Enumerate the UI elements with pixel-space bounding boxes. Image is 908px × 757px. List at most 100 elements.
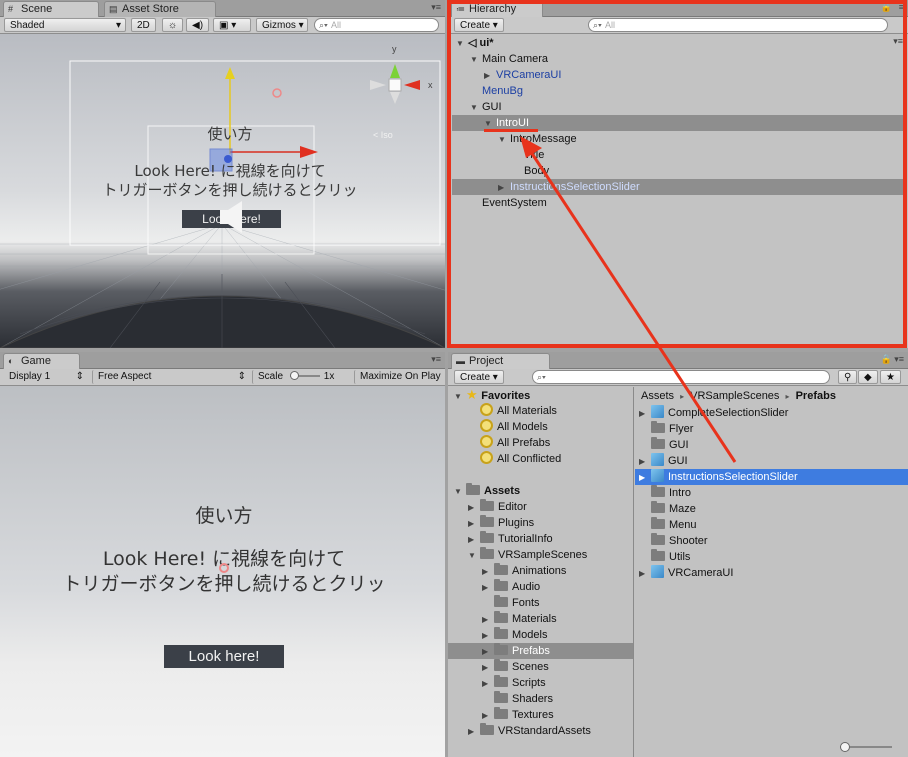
panel-menu-icon[interactable]: ▾≡ bbox=[894, 354, 904, 365]
project-tree-item[interactable]: All Materials bbox=[468, 403, 557, 419]
hierarchy-item[interactable]: MenuBg bbox=[470, 83, 523, 99]
audio-toggle[interactable]: ◀) bbox=[186, 18, 210, 32]
hierarchy-item[interactable]: ▼ ◁ ui* bbox=[456, 35, 494, 51]
maximize-toggle[interactable]: Maximize On Play bbox=[354, 370, 445, 384]
hierarchy-item[interactable]: ▼ GUI bbox=[470, 99, 502, 115]
project-tree-item[interactable]: All Models bbox=[468, 419, 548, 435]
game-ui-button[interactable]: Look here! bbox=[164, 645, 284, 668]
slider-thumb[interactable] bbox=[289, 371, 299, 380]
asset-item[interactable]: ▶ GUI bbox=[639, 453, 688, 469]
tab-hierarchy[interactable]: ≔ Hierarchy bbox=[451, 1, 544, 18]
panel-menu-icon[interactable]: ≡ bbox=[899, 2, 904, 12]
project-tree-item[interactable]: ▶ Prefabs bbox=[482, 643, 550, 659]
disclosure-arrow-icon[interactable]: ▶ bbox=[482, 644, 494, 660]
project-tree-item[interactable]: Shaders bbox=[482, 691, 553, 707]
disclosure-arrow-icon[interactable]: ▶ bbox=[468, 532, 480, 548]
disclosure-arrow-icon[interactable]: ▶ bbox=[482, 660, 494, 676]
hierarchy-item[interactable]: Body bbox=[512, 163, 549, 179]
project-tree-item[interactable]: ▶ TutorialInfo bbox=[468, 531, 553, 547]
disclosure-arrow-icon[interactable]: ▶ bbox=[482, 708, 494, 724]
filter-type-button[interactable]: ⚲ bbox=[838, 370, 858, 384]
hierarchy-item[interactable]: ▼ Main Camera bbox=[470, 51, 548, 67]
disclosure-arrow-icon[interactable]: ▼ bbox=[456, 36, 468, 52]
disclosure-arrow-icon[interactable]: ▼ bbox=[470, 52, 482, 68]
breadcrumb-item[interactable]: Prefabs bbox=[796, 390, 836, 402]
project-tree-item[interactable]: ▶ Plugins bbox=[468, 515, 534, 531]
project-tree-item[interactable]: ▶ Editor bbox=[468, 499, 527, 515]
project-tree-item[interactable]: ▼ ★ Favorites bbox=[454, 387, 530, 403]
disclosure-arrow-icon[interactable]: ▼ bbox=[468, 548, 480, 564]
asset-item[interactable]: ▶ InstructionsSelectionSlider bbox=[639, 469, 798, 485]
disclosure-arrow-icon[interactable]: ▶ bbox=[639, 566, 651, 582]
project-tree-item[interactable]: ▶ Audio bbox=[482, 579, 540, 595]
disclosure-arrow-icon[interactable]: ▶ bbox=[468, 724, 480, 740]
disclosure-arrow-icon[interactable]: ▼ bbox=[470, 100, 482, 116]
disclosure-arrow-icon[interactable]: ▶ bbox=[482, 580, 494, 596]
lock-icon[interactable]: 🔒 bbox=[881, 2, 892, 13]
disclosure-arrow-icon[interactable]: ▶ bbox=[498, 180, 510, 196]
create-dropdown[interactable]: Create ▾ bbox=[454, 370, 504, 384]
tab-project[interactable]: ▬ Project bbox=[451, 353, 551, 370]
hierarchy-item[interactable]: ▶ InstructionsSelectionSlider bbox=[498, 179, 640, 195]
disclosure-arrow-icon[interactable]: ▶ bbox=[482, 564, 494, 580]
game-viewport[interactable]: 使い方 Look Here! に視線を向けて トリガーボタンを押し続けるとクリッ… bbox=[0, 386, 445, 757]
disclosure-arrow-icon[interactable]: ▶ bbox=[639, 470, 651, 486]
asset-item[interactable]: ▶ CompleteSelectionSlider bbox=[639, 405, 788, 421]
tab-asset-store[interactable]: ▤ Asset Store bbox=[104, 1, 216, 17]
project-tree-item[interactable]: ▼ VRSampleScenes bbox=[468, 547, 587, 563]
hierarchy-search-input[interactable]: ⌕▾ All bbox=[588, 18, 888, 32]
project-tree-item[interactable]: All Prefabs bbox=[468, 435, 550, 451]
breadcrumb-item[interactable]: Assets bbox=[641, 390, 674, 402]
asset-item[interactable]: Menu bbox=[639, 517, 697, 533]
effects-dropdown[interactable]: ▣ ▾ bbox=[213, 18, 251, 32]
disclosure-arrow-icon[interactable]: ▼ bbox=[454, 389, 466, 405]
tab-scene[interactable]: # Scene bbox=[3, 1, 100, 18]
asset-item[interactable]: Flyer bbox=[639, 421, 693, 437]
lighting-toggle[interactable]: ☼ bbox=[162, 18, 184, 32]
project-tree-item[interactable]: ▼ Assets bbox=[454, 483, 520, 499]
asset-item[interactable]: ▶ VRCameraUI bbox=[639, 565, 733, 581]
scene-search-input[interactable]: ⌕▾ All bbox=[314, 18, 439, 32]
slider-thumb[interactable] bbox=[840, 742, 850, 752]
gizmos-dropdown[interactable]: Gizmos ▾ bbox=[256, 18, 308, 32]
asset-item[interactable]: Maze bbox=[639, 501, 696, 517]
project-tree-item[interactable]: ▶ VRStandardAssets bbox=[468, 723, 591, 739]
project-tree-item[interactable]: ▶ Animations bbox=[482, 563, 566, 579]
project-tree-item[interactable]: ▶ Scenes bbox=[482, 659, 549, 675]
shading-dropdown[interactable]: Shaded ▾ bbox=[4, 18, 126, 32]
project-tree-item[interactable]: ▶ Materials bbox=[482, 611, 557, 627]
asset-item[interactable]: Intro bbox=[639, 485, 691, 501]
project-tree-item[interactable]: ▶ Scripts bbox=[482, 675, 546, 691]
hierarchy-item[interactable]: ▼ IntroMessage bbox=[498, 131, 577, 147]
disclosure-arrow-icon[interactable]: ▼ bbox=[498, 132, 510, 148]
lock-icon[interactable]: 🔒 bbox=[881, 354, 892, 365]
asset-item[interactable]: Shooter bbox=[639, 533, 708, 549]
disclosure-arrow-icon[interactable]: ▶ bbox=[639, 406, 651, 422]
tab-game[interactable]: ◐ Game bbox=[3, 353, 80, 370]
favorite-button[interactable]: ★ bbox=[880, 370, 901, 384]
project-tree-item[interactable]: ▶ Textures bbox=[482, 707, 554, 723]
scale-control[interactable]: Scale 1x bbox=[252, 370, 340, 384]
create-dropdown[interactable]: Create ▾ bbox=[454, 18, 504, 32]
disclosure-arrow-icon[interactable]: ▶ bbox=[482, 676, 494, 692]
project-tree-item[interactable]: Fonts bbox=[482, 595, 540, 611]
asset-item[interactable]: Utils bbox=[639, 549, 690, 565]
panel-menu-icon[interactable]: ▾≡ bbox=[431, 354, 441, 365]
project-search-input[interactable]: ⌕▾ bbox=[532, 370, 830, 384]
disclosure-arrow-icon[interactable]: ▶ bbox=[468, 516, 480, 532]
project-tree-item[interactable]: ▶ Models bbox=[482, 627, 547, 643]
scale-slider[interactable] bbox=[289, 371, 320, 380]
breadcrumb-item[interactable]: VRSampleScenes bbox=[690, 390, 779, 402]
scene-viewport[interactable]: y x < Iso 使い方 Look Here! に視線を向けて トリガーボタン… bbox=[0, 34, 445, 348]
asset-item[interactable]: GUI bbox=[639, 437, 689, 453]
filter-label-button[interactable]: ◆ bbox=[858, 370, 878, 384]
display-dropdown[interactable]: Display 1 ⇕ bbox=[4, 370, 88, 384]
project-tree-item[interactable]: All Conflicted bbox=[468, 451, 561, 467]
hierarchy-item[interactable]: EventSystem bbox=[470, 195, 547, 211]
aspect-dropdown[interactable]: Free Aspect ⇕ bbox=[92, 370, 250, 384]
hierarchy-item[interactable]: Title bbox=[512, 147, 544, 163]
disclosure-arrow-icon[interactable]: ▶ bbox=[484, 68, 496, 84]
panel-menu-icon[interactable]: ▾≡ bbox=[431, 2, 441, 13]
icon-size-slider[interactable] bbox=[840, 742, 892, 752]
disclosure-arrow-icon[interactable]: ▼ bbox=[454, 484, 466, 500]
